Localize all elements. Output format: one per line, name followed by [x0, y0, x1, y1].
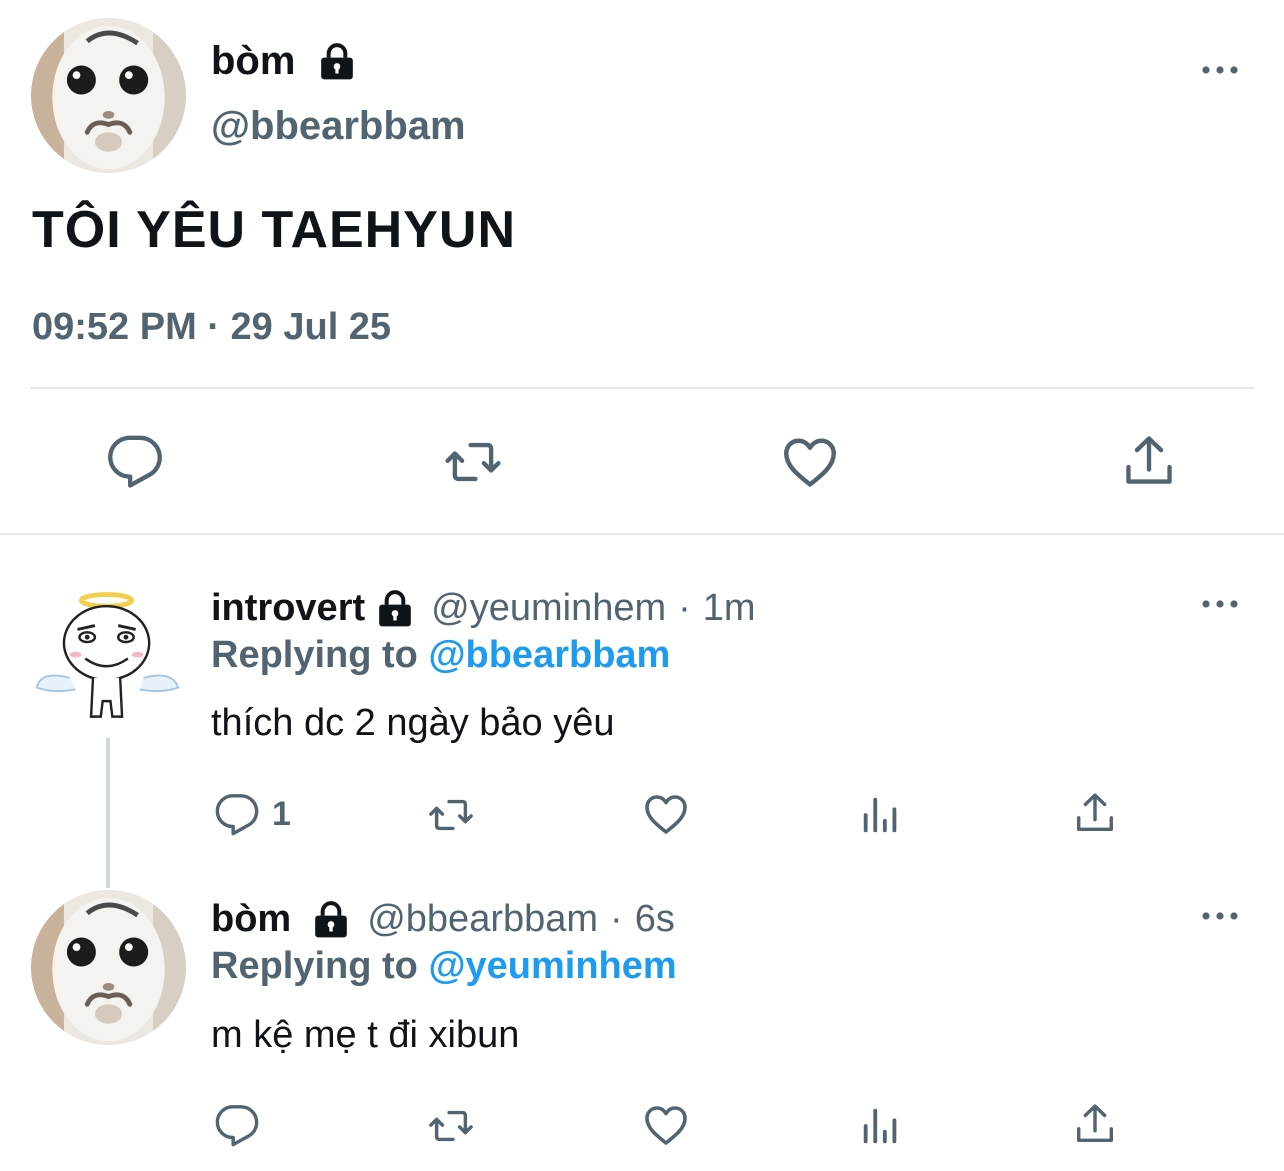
- reply-avatar[interactable]: [31, 890, 186, 1045]
- like-icon[interactable]: [780, 432, 840, 492]
- lock-icon: [317, 41, 357, 81]
- retweet-icon[interactable]: [424, 792, 478, 838]
- reply-avatar[interactable]: [31, 581, 186, 736]
- thread-line: [106, 738, 110, 888]
- reply-time[interactable]: 1m: [703, 587, 756, 630]
- replying-to-handle[interactable]: @yeuminhem: [428, 945, 676, 987]
- author-avatar[interactable]: [31, 18, 186, 173]
- more-options-icon[interactable]: [1200, 597, 1240, 615]
- reply-header: bòm @bbearbbam · 6s: [211, 896, 675, 942]
- lock-icon: [311, 899, 351, 939]
- replying-prefix: Replying to: [211, 634, 418, 676]
- views-icon[interactable]: [858, 792, 904, 838]
- reply-display-name[interactable]: introvert: [211, 587, 365, 630]
- reply-header: introvert @yeuminhem · 1m: [211, 585, 756, 631]
- replying-prefix: Replying to: [211, 945, 418, 987]
- views-icon[interactable]: [858, 1103, 904, 1149]
- author-handle[interactable]: @bbearbbam: [211, 104, 466, 149]
- reply-display-name[interactable]: bòm: [211, 898, 291, 941]
- replying-to-handle[interactable]: @bbearbbam: [428, 634, 670, 676]
- reply-count: 1: [272, 795, 291, 833]
- reply-text: thích dc 2 ngày bảo yêu: [211, 702, 615, 744]
- reply-handle[interactable]: @yeuminhem: [431, 587, 666, 630]
- angel-meme-avatar-icon: [31, 581, 186, 736]
- like-icon[interactable]: [642, 790, 690, 838]
- section-divider: [0, 533, 1284, 535]
- reply-icon[interactable]: [106, 433, 164, 491]
- reply-time[interactable]: 6s: [635, 898, 675, 941]
- like-icon[interactable]: [642, 1101, 690, 1149]
- share-icon[interactable]: [1072, 1101, 1118, 1147]
- reply-icon[interactable]: [214, 792, 260, 838]
- retweet-icon[interactable]: [424, 1103, 478, 1149]
- reply-handle[interactable]: @bbearbbam: [367, 898, 598, 941]
- more-options-icon[interactable]: [1200, 63, 1240, 81]
- tweet-text: TÔI YÊU TAEHYUN: [32, 201, 517, 259]
- reply-text: m kệ mẹ t đi xibun: [211, 1014, 520, 1056]
- author-name-row: bòm: [211, 38, 357, 84]
- cat-avatar-icon: [31, 18, 186, 173]
- tweet-timestamp[interactable]: 09:52 PM · 29 Jul 25: [32, 306, 391, 349]
- separator: ·: [610, 897, 623, 940]
- retweet-icon[interactable]: [440, 433, 506, 491]
- author-display-name[interactable]: bòm: [211, 39, 295, 84]
- replying-to-line: Replying to @yeuminhem: [211, 945, 677, 988]
- replying-to-line: Replying to @bbearbbam: [211, 634, 670, 677]
- divider: [30, 387, 1254, 389]
- lock-icon: [375, 588, 415, 628]
- reply-icon[interactable]: [214, 1103, 260, 1149]
- more-options-icon[interactable]: [1200, 909, 1240, 927]
- cat-avatar-icon: [31, 890, 186, 1045]
- separator: ·: [678, 586, 691, 629]
- share-icon[interactable]: [1120, 432, 1178, 490]
- share-icon[interactable]: [1072, 790, 1118, 836]
